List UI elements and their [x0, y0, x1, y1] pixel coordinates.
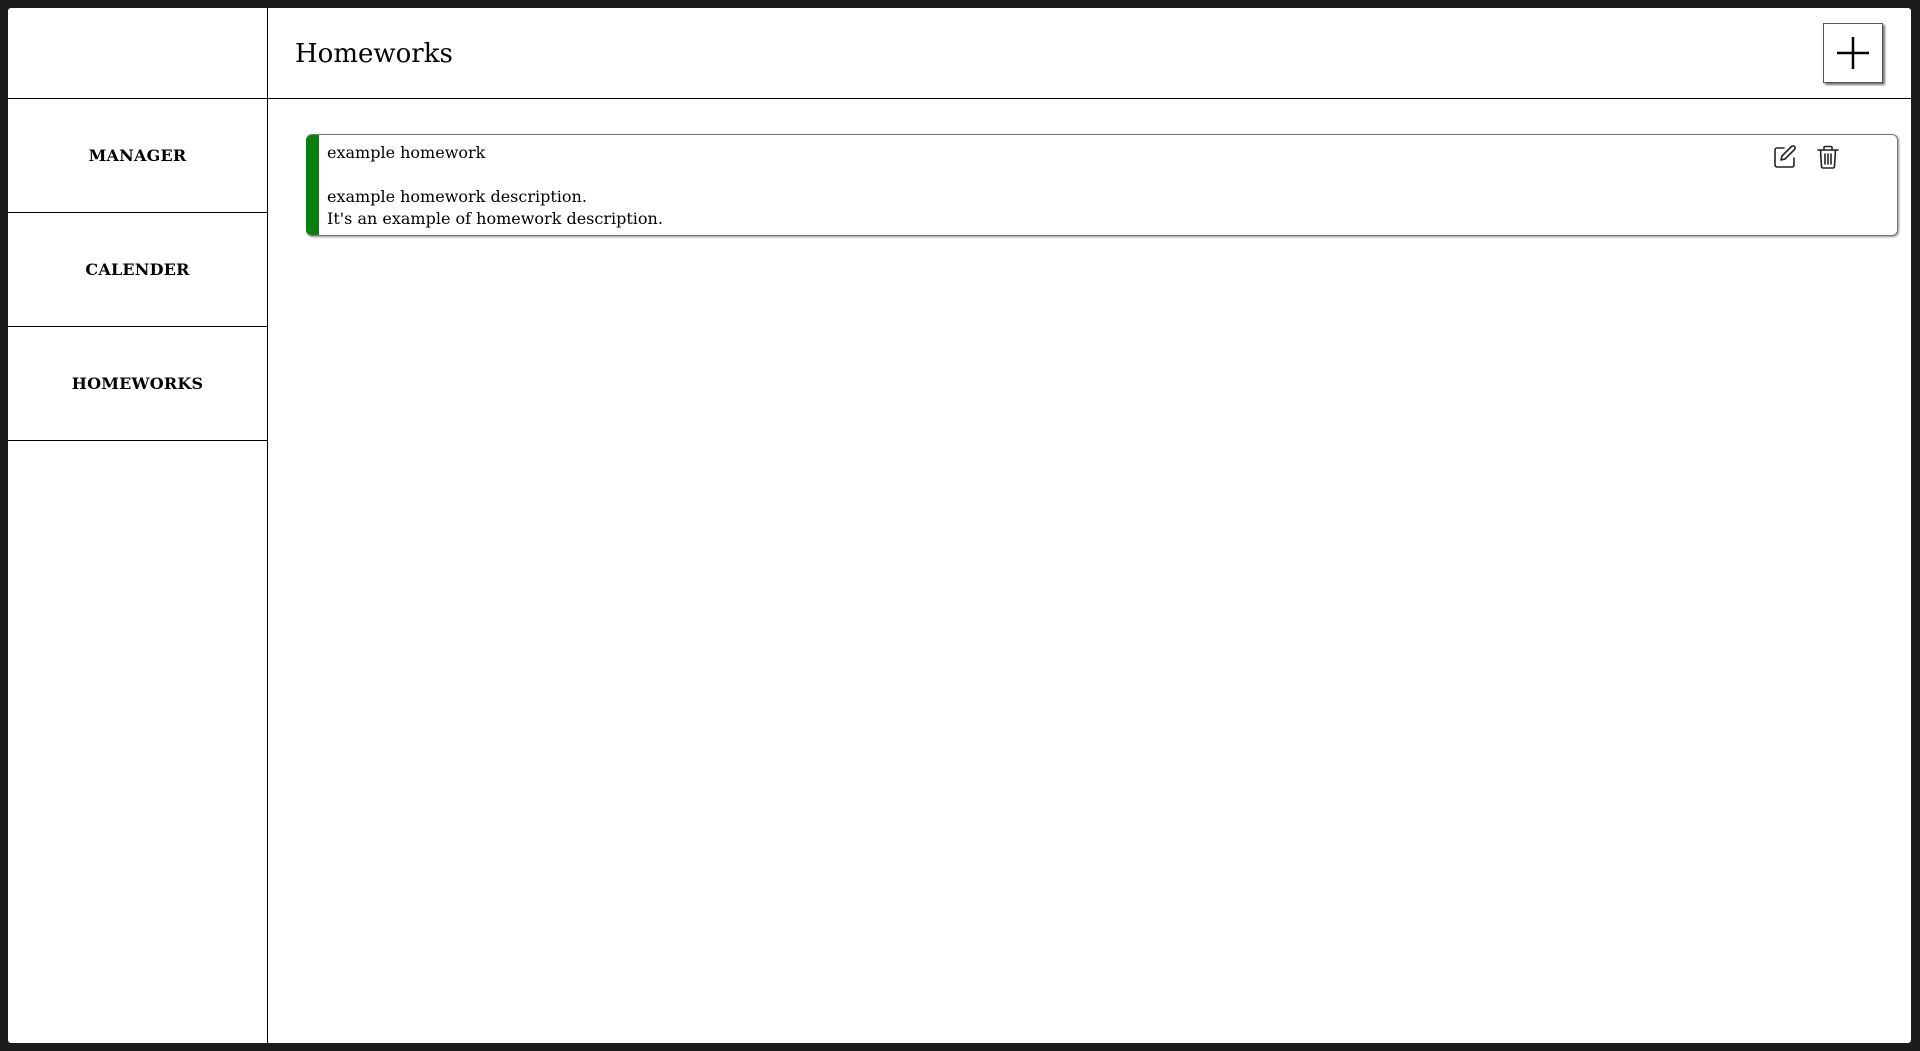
- homework-card[interactable]: example homework example homework descri…: [306, 134, 1898, 236]
- sidebar-item-label: HOMEWORKS: [71, 374, 204, 393]
- sidebar-item-homeworks[interactable]: HOMEWORKS: [8, 327, 267, 441]
- edit-homework-button[interactable]: [1772, 144, 1798, 170]
- plus-icon: [1837, 37, 1869, 69]
- homework-description: example homework description. It's an ex…: [327, 186, 663, 230]
- page-title: Homeworks: [295, 39, 453, 69]
- homework-card-body: example homework example homework descri…: [327, 142, 663, 230]
- sidebar-item-label: MANAGER: [88, 146, 187, 165]
- status-stripe: [306, 135, 319, 235]
- sidebar-header: [8, 8, 267, 99]
- homework-actions: [1772, 144, 1841, 170]
- sidebar-item-calender[interactable]: CALENDER: [8, 213, 267, 327]
- sidebar-item-manager[interactable]: MANAGER: [8, 99, 267, 213]
- homework-description-line: It's an example of homework description.: [327, 209, 663, 228]
- homework-list: example homework example homework descri…: [268, 99, 1911, 1043]
- main-area: Homeworks example homework example homew…: [268, 8, 1911, 1043]
- edit-icon: [1774, 145, 1796, 168]
- app-window: MANAGER CALENDER HOMEWORKS Homeworks exa…: [8, 8, 1911, 1043]
- topbar: Homeworks: [268, 8, 1911, 99]
- delete-homework-button[interactable]: [1815, 144, 1841, 170]
- add-homework-button[interactable]: [1823, 23, 1883, 83]
- sidebar: MANAGER CALENDER HOMEWORKS: [8, 8, 268, 1043]
- sidebar-item-label: CALENDER: [85, 260, 190, 279]
- trash-icon: [1817, 145, 1839, 169]
- homework-title: example homework: [327, 143, 486, 162]
- homework-description-line: example homework description.: [327, 187, 587, 206]
